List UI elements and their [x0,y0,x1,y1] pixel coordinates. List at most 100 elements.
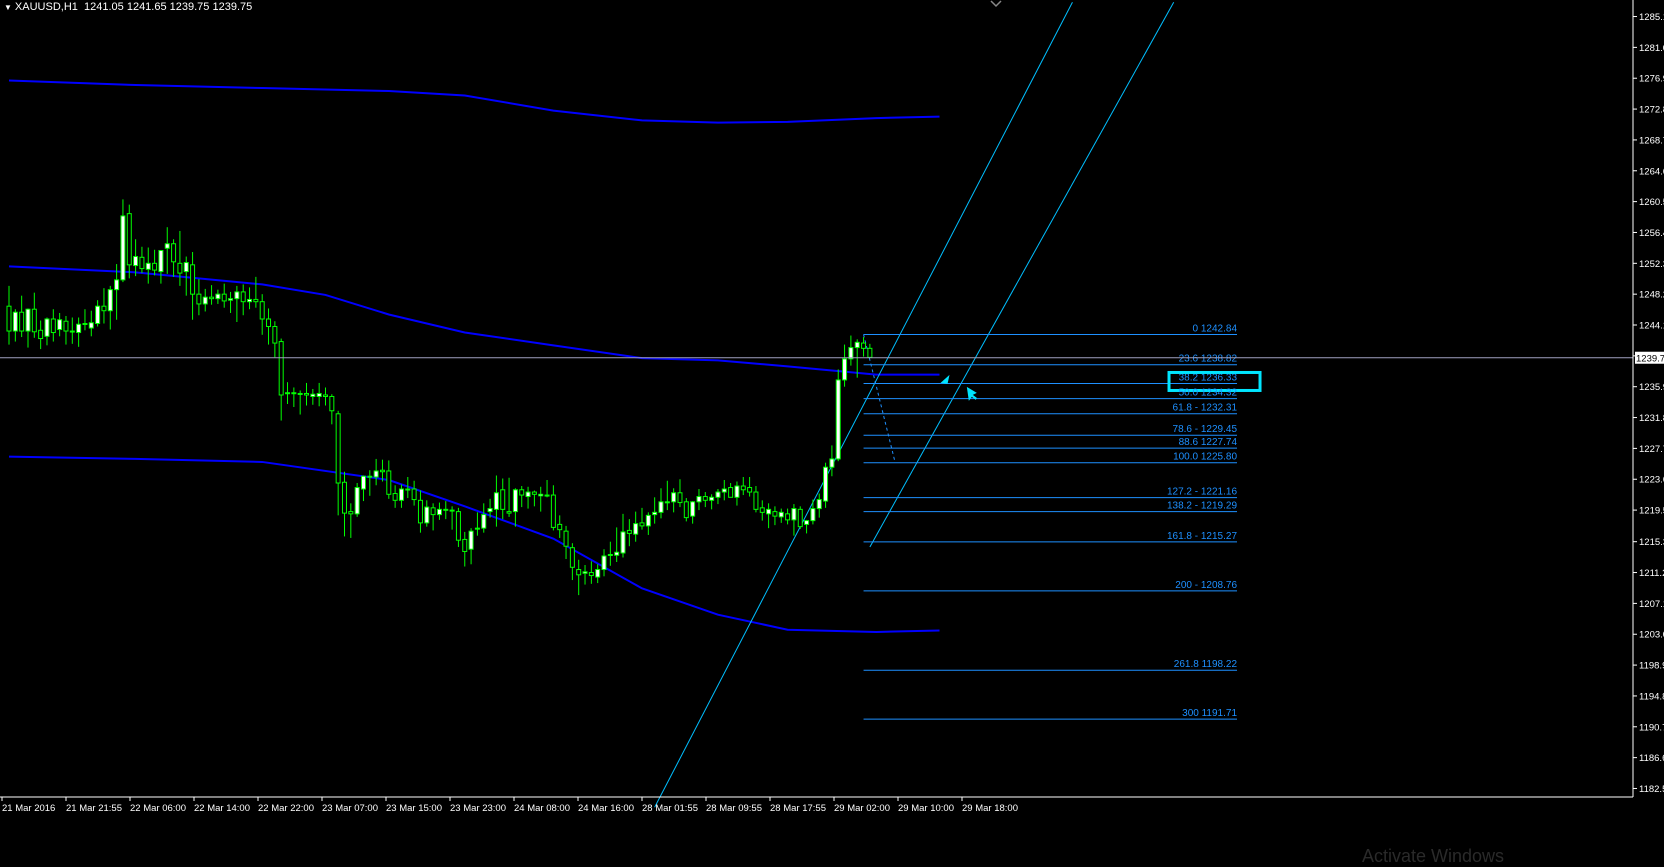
bear-candle [19,311,25,332]
bull-candle [88,322,94,329]
bear-candle [462,538,468,552]
bear-candle [740,485,746,491]
bull-candle [285,392,291,395]
current-price-label: 1239.75 [1636,354,1664,365]
bull-candle [601,555,607,571]
bull-candle [595,569,601,578]
bear-candle [253,298,259,303]
bear-candle [753,491,759,510]
bear-candle [139,256,145,270]
price-axis-label: 1190.7 [1639,722,1664,733]
bull-candle [76,323,82,334]
bull-candle [778,511,784,518]
time-axis-label: 22 Mar 14:00 [194,803,250,814]
bull-candle [538,493,544,497]
bear-candle [550,494,556,528]
bull-candle [664,501,670,504]
bear-candle [272,326,278,344]
bear-candle [221,293,227,302]
bull-candle [652,511,658,516]
bull-candle [481,514,487,529]
bull-candle [183,262,189,273]
time-axis-label: 22 Mar 22:00 [258,803,314,814]
bull-candle [164,243,170,249]
bull-candle [228,298,234,301]
bear-candle [702,496,708,501]
bear-candle [411,488,417,501]
bear-candle [38,329,44,340]
bull-candle [804,520,810,525]
bull-candle [493,492,499,510]
bear-candle [386,470,392,495]
fib-level-label: 200 - 1208.76 [1175,580,1237,591]
bull-candle [658,501,664,513]
time-axis-label: 23 Mar 23:00 [450,803,506,814]
bear-candle [728,487,734,498]
bear-candle [190,264,196,295]
time-axis-label: 28 Mar 01:55 [642,803,698,814]
bear-candle [291,392,297,395]
price-axis-label: 1281.0 [1639,43,1664,54]
time-axis-label: 29 Mar 10:00 [898,803,954,814]
bull-candle [487,508,493,513]
bear-candle [196,293,202,305]
price-axis-label: 1272.8 [1639,105,1664,116]
fib-level-label: 127.2 - 1221.16 [1167,487,1237,498]
bear-candle [101,305,107,312]
bear-candle [430,507,436,516]
bull-candle [158,250,164,273]
bear-candle [557,523,563,531]
fib-level-label: 300 1191.71 [1182,708,1237,719]
bear-candle [455,511,461,541]
fib-level-label: 100.0 1225.80 [1173,452,1237,463]
bear-candle [152,262,158,271]
bear-candle [177,262,183,274]
price-axis-label: 1244.1 [1639,321,1664,332]
bear-candle [576,569,582,576]
bull-candle [721,488,727,493]
bear-candle [6,305,12,332]
price-axis-label: 1207.1 [1639,599,1664,610]
bull-candle [120,215,126,281]
price-chart[interactable]: 0 1242.84 23.6 1238.82 38.2 1236.33 50.0 12… [0,0,1664,862]
bear-candle [683,501,689,519]
bull-candle [316,392,322,397]
bear-candle [126,213,132,266]
fib-level-label: 88.6 1227.74 [1179,437,1238,448]
bull-candle [468,530,474,550]
bull-candle [645,514,651,527]
bull-candle [95,305,101,325]
chart-header: ▼ XAUUSD,H1 1241.05 1241.65 1239.75 1239.… [4,1,252,13]
bear-candle [531,491,537,495]
time-axis-label: 28 Mar 09:55 [706,803,762,814]
bear-candle [367,475,373,478]
bull-candle [842,358,848,381]
bull-candle [810,508,816,522]
bull-candle [449,509,455,512]
bear-candle [785,513,791,521]
bear-candle [348,511,354,515]
bear-candle [626,529,632,534]
bull-candle [373,470,379,478]
price-axis-label: 1235.9 [1639,382,1664,393]
bull-candle [696,496,702,503]
fib-level-label: 0 1242.84 [1193,323,1238,334]
time-axis-label: 28 Mar 17:55 [770,803,826,814]
fib-level-label: 50.0 1234.32 [1179,388,1238,399]
price-axis-label: 1219.5 [1639,506,1664,517]
bear-candle [861,342,867,349]
bull-candle [25,308,31,332]
activation-watermark: Activate Windows [1362,846,1505,866]
bull-candle [114,279,120,291]
bull-candle [671,492,677,503]
bear-candle [171,243,177,263]
bear-candle [417,499,423,524]
fib-level-label: 38.2 1236.33 [1179,372,1238,383]
price-axis-label: 1248.2 [1639,290,1664,301]
bull-candle [715,491,721,498]
price-axis-label: 1186.6 [1639,753,1664,764]
bull-candle [247,298,253,303]
price-axis-label: 1252.3 [1639,259,1664,270]
dropdown-triangle-icon[interactable]: ▼ [4,3,12,12]
bear-candle [747,487,753,493]
